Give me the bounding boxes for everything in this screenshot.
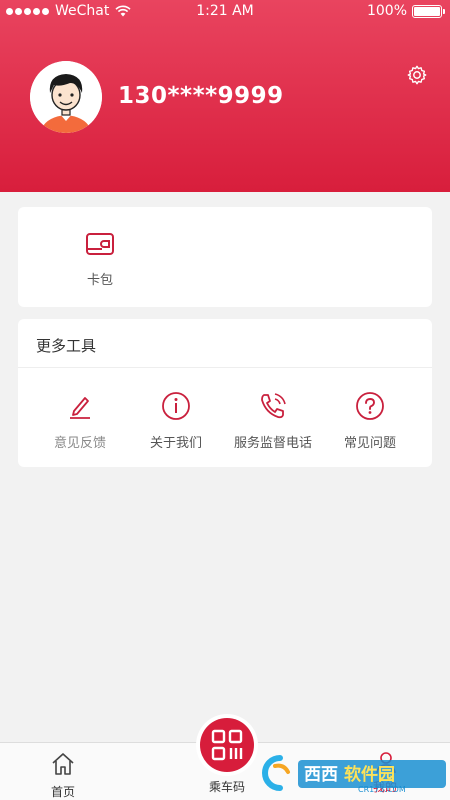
tab-qr-label: 乘车码 [208, 780, 245, 794]
tab-home[interactable]: 首页 [18, 743, 108, 800]
qr-code-button[interactable] [196, 714, 258, 776]
profile-header: WeChat 1:21 AM 100% 130****9999 [0, 0, 450, 192]
battery-percent: 100% [366, 3, 407, 19]
wallet-icon [86, 233, 114, 255]
wallet-card: 卡包 [18, 207, 432, 307]
info-icon [162, 392, 190, 420]
battery-icon [412, 4, 445, 18]
wallet-label: 卡包 [86, 273, 113, 288]
tool-faq-label: 常见问题 [343, 436, 396, 451]
avatar-illustration [30, 61, 102, 133]
qr-code-icon [211, 729, 243, 761]
settings-gear-icon[interactable] [406, 64, 428, 86]
question-icon [356, 392, 384, 420]
divider [18, 367, 432, 368]
phone-icon [261, 393, 286, 419]
home-icon [52, 753, 74, 775]
wallet-button[interactable]: 卡包 [60, 231, 140, 288]
phone-number: 130****9999 [118, 83, 284, 109]
tab-home-label: 首页 [50, 785, 75, 799]
avatar[interactable] [30, 61, 102, 133]
more-tools-card: 更多工具 意见反馈 关于我们 服务监督电话 常见问题 [18, 319, 432, 467]
more-tools-title: 更多工具 [36, 337, 97, 355]
user-icon[interactable] [374, 750, 398, 774]
tab-mine-label[interactable]: 我的 [355, 778, 415, 795]
tool-faq[interactable]: 常见问题 [310, 391, 430, 451]
status-bar: WeChat 1:21 AM 100% [0, 0, 450, 24]
pencil-icon [70, 397, 90, 419]
